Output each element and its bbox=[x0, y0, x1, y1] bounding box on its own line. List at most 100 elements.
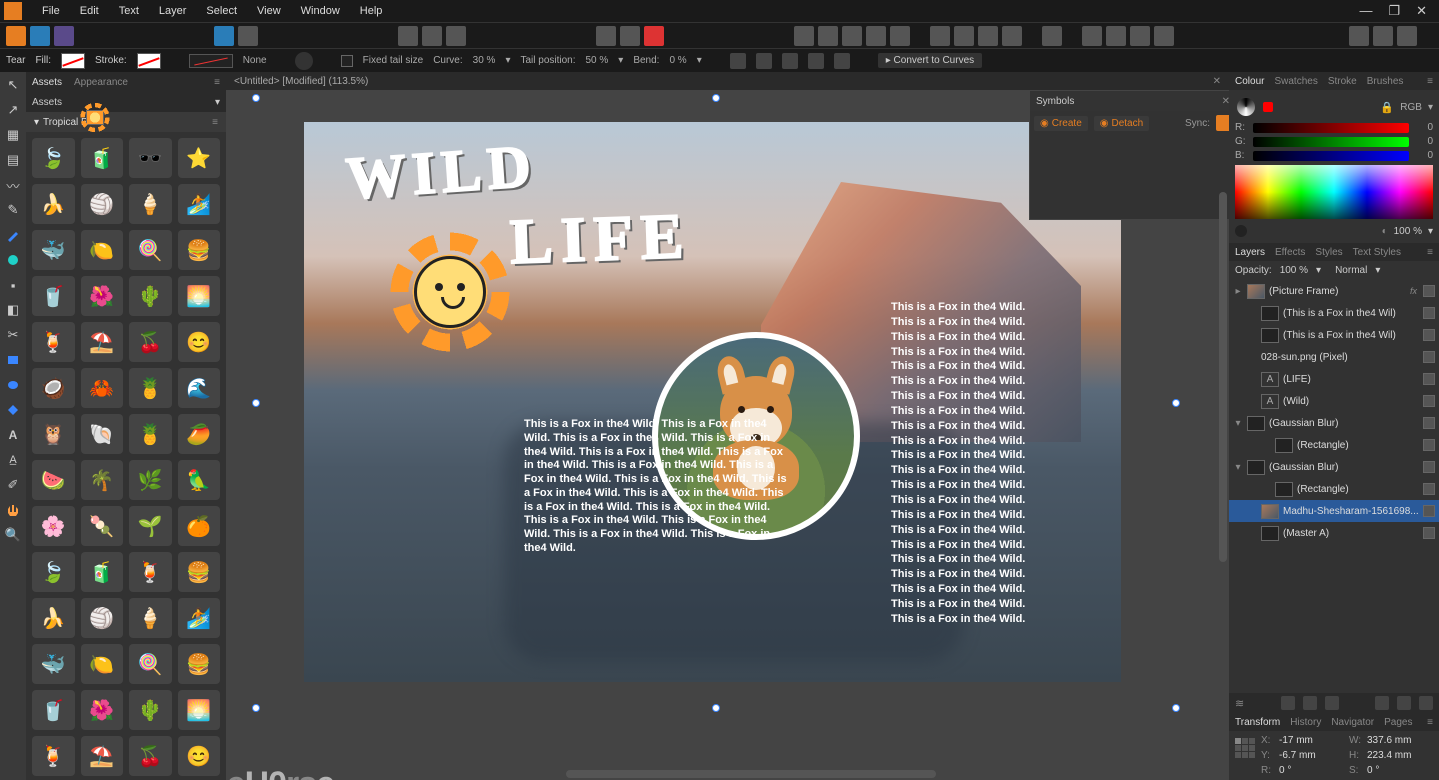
fill-tool-icon[interactable] bbox=[4, 401, 22, 419]
rotate-icon[interactable] bbox=[1154, 26, 1174, 46]
asset-item[interactable]: 🍹 bbox=[32, 736, 75, 776]
panel-menu-icon[interactable]: ≡ bbox=[1427, 247, 1433, 258]
crop-tool-icon[interactable]: ✂ bbox=[4, 326, 22, 344]
ellipse-tool-icon[interactable] bbox=[4, 376, 22, 394]
fx-icon[interactable] bbox=[1325, 696, 1339, 710]
category-menu-icon[interactable]: ≡ bbox=[212, 117, 218, 128]
red-slider[interactable] bbox=[1253, 123, 1409, 133]
toolbar-icon[interactable] bbox=[214, 26, 234, 46]
align-icon[interactable] bbox=[1002, 26, 1022, 46]
align-icon[interactable] bbox=[930, 26, 950, 46]
transform-icon[interactable] bbox=[834, 53, 850, 69]
asset-item[interactable]: 🍋 bbox=[81, 230, 124, 270]
asset-item[interactable]: 🍔 bbox=[178, 552, 221, 592]
layer-visibility-checkbox[interactable] bbox=[1423, 417, 1435, 429]
asset-item[interactable]: 🐚 bbox=[81, 414, 124, 454]
snap-magnet-icon[interactable] bbox=[644, 26, 664, 46]
asset-item[interactable]: 🍭 bbox=[129, 230, 172, 270]
toolbar-icon[interactable] bbox=[446, 26, 466, 46]
vector-tool-icon[interactable]: ▪ bbox=[4, 276, 22, 294]
layer-row[interactable]: A(Wild) bbox=[1229, 390, 1439, 412]
asset-item[interactable]: 🍌 bbox=[32, 184, 75, 224]
symbols-sync-toggle[interactable] bbox=[1216, 115, 1229, 131]
asset-item[interactable]: 🍦 bbox=[129, 598, 172, 638]
layer-row[interactable]: (Master A) bbox=[1229, 522, 1439, 544]
arrange-icon[interactable] bbox=[842, 26, 862, 46]
asset-item[interactable]: 🍔 bbox=[178, 644, 221, 684]
asset-item[interactable]: 🧃 bbox=[81, 138, 124, 178]
opacity-value[interactable]: 100 % bbox=[1394, 226, 1422, 237]
symbols-detach-button[interactable]: ◉ Detach bbox=[1094, 116, 1149, 131]
menu-select[interactable]: Select bbox=[196, 5, 247, 17]
asset-item[interactable]: 🍌 bbox=[32, 598, 75, 638]
asset-item[interactable]: 🏄 bbox=[178, 184, 221, 224]
tab-colour[interactable]: Colour bbox=[1235, 76, 1264, 87]
pen-tool-icon[interactable]: 〰 bbox=[4, 176, 22, 194]
canvas-scrollbar-v[interactable] bbox=[1219, 192, 1227, 562]
menu-edit[interactable]: Edit bbox=[70, 5, 109, 17]
adjust-icon[interactable] bbox=[1303, 696, 1317, 710]
asset-item[interactable]: 🌺 bbox=[81, 690, 124, 730]
flip-h-icon[interactable] bbox=[1082, 26, 1102, 46]
add-layer-icon[interactable] bbox=[1375, 696, 1389, 710]
lock-layer-icon[interactable] bbox=[1397, 696, 1411, 710]
green-slider[interactable] bbox=[1253, 137, 1409, 147]
snap-icon[interactable] bbox=[620, 26, 640, 46]
transform-x[interactable]: -17 mm bbox=[1279, 735, 1313, 746]
layer-visibility-checkbox[interactable] bbox=[1423, 461, 1435, 473]
toolbar-icon[interactable] bbox=[238, 26, 258, 46]
asset-item[interactable]: 🍹 bbox=[32, 322, 75, 362]
layer-row[interactable]: ▾(Gaussian Blur) bbox=[1229, 412, 1439, 434]
transform-icon[interactable] bbox=[808, 53, 824, 69]
node-tool-icon[interactable]: ↗ bbox=[4, 101, 22, 119]
zoom-tool-icon[interactable]: 🔍 bbox=[4, 526, 22, 544]
bend-value[interactable]: 0 % bbox=[669, 55, 686, 66]
asset-item[interactable]: ⛱️ bbox=[81, 736, 124, 776]
menu-layer[interactable]: Layer bbox=[149, 5, 197, 17]
layer-row[interactable]: A(LIFE) bbox=[1229, 368, 1439, 390]
transform-r[interactable]: 0 ° bbox=[1279, 765, 1291, 776]
frame-tool-icon[interactable]: ▦ bbox=[4, 126, 22, 144]
tab-layers[interactable]: Layers bbox=[1235, 247, 1265, 258]
asset-item[interactable]: 🦀 bbox=[81, 368, 124, 408]
asset-item[interactable]: 🍍 bbox=[129, 368, 172, 408]
layer-row[interactable]: (Rectangle) bbox=[1229, 434, 1439, 456]
menu-help[interactable]: Help bbox=[350, 5, 393, 17]
rectangle-tool-icon[interactable] bbox=[4, 351, 22, 369]
toolbar-icon[interactable] bbox=[422, 26, 442, 46]
asset-item[interactable]: 🐳 bbox=[32, 230, 75, 270]
tab-swatches[interactable]: Swatches bbox=[1274, 76, 1317, 87]
mask-icon[interactable] bbox=[1281, 696, 1295, 710]
persona-photo-icon[interactable] bbox=[54, 26, 74, 46]
tab-pages[interactable]: Pages bbox=[1384, 717, 1412, 728]
anchor-grid[interactable] bbox=[1235, 738, 1255, 758]
asset-item[interactable]: 🌵 bbox=[129, 690, 172, 730]
transform-w[interactable]: 337.6 mm bbox=[1367, 735, 1411, 746]
asset-item[interactable]: 🐳 bbox=[32, 644, 75, 684]
menu-file[interactable]: File bbox=[32, 5, 70, 17]
layer-row[interactable]: (This is a Fox in the4 Wil) bbox=[1229, 302, 1439, 324]
layer-visibility-checkbox[interactable] bbox=[1423, 285, 1435, 297]
stroke-swatch[interactable] bbox=[137, 53, 161, 69]
tab-styles[interactable]: Styles bbox=[1315, 247, 1342, 258]
canvas-page[interactable]: WILD LIFE This is a Fox in the4 Wild. Th… bbox=[304, 122, 1121, 682]
canvas-area[interactable]: <Untitled> [Modified] (113.5%) ✕ WILD LI… bbox=[226, 72, 1229, 780]
asset-item[interactable]: 🍋 bbox=[81, 644, 124, 684]
fill-swatch[interactable] bbox=[61, 53, 85, 69]
layer-visibility-checkbox[interactable] bbox=[1423, 395, 1435, 407]
layer-visibility-checkbox[interactable] bbox=[1423, 351, 1435, 363]
fill-color-icon[interactable] bbox=[1263, 102, 1273, 112]
persona-publisher-icon[interactable] bbox=[6, 26, 26, 46]
symbols-close-icon[interactable]: ✕ bbox=[1222, 96, 1229, 107]
asset-item[interactable]: 🌊 bbox=[178, 368, 221, 408]
text-frame-tool-icon[interactable]: A̲ bbox=[4, 451, 22, 469]
symbols-panel[interactable]: Symbols✕ ◉ Create ◉ Detach Sync: bbox=[1029, 90, 1229, 220]
gradient-tool-icon[interactable] bbox=[4, 251, 22, 269]
boolean-icon[interactable] bbox=[1397, 26, 1417, 46]
asset-item[interactable]: 🍍 bbox=[129, 414, 172, 454]
asset-item[interactable]: 🦉 bbox=[32, 414, 75, 454]
blend-mode[interactable]: Normal bbox=[1335, 265, 1367, 276]
transparency-tool-icon[interactable]: ◧ bbox=[4, 301, 22, 319]
window-close-icon[interactable]: ✕ bbox=[1416, 3, 1427, 19]
arrange-icon[interactable] bbox=[818, 26, 838, 46]
